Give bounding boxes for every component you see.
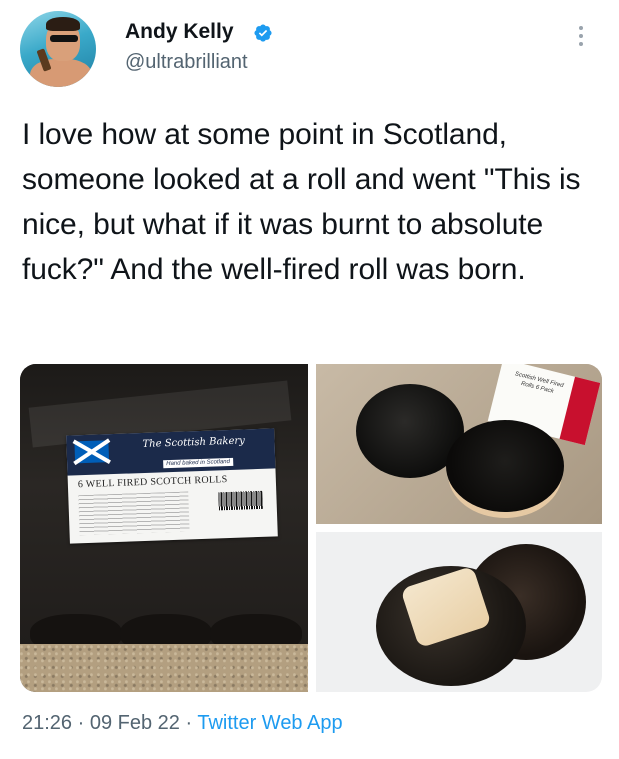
photo-burnt-rolls[interactable]: Scottish Well Fired Rolls 6 Pack (316, 364, 602, 524)
label-product: 6 WELL FIRED SCOTCH ROLLS (77, 474, 228, 491)
author-handle[interactable]: @ultrabrilliant (125, 51, 248, 74)
more-options-icon[interactable] (578, 26, 584, 48)
package-label: The Scottish Bakery Hand baked in Scotla… (66, 428, 278, 544)
worktop (20, 644, 308, 692)
photo-package[interactable]: The Scottish Bakery Hand baked in Scotla… (20, 364, 308, 692)
label-strapline: Hand baked in Scotland (163, 457, 234, 469)
burnt-roll (446, 420, 564, 512)
label-brand: The Scottish Bakery (142, 435, 246, 450)
saltire-flag-icon (74, 440, 110, 464)
avatar-figure-glasses (50, 35, 78, 42)
label-header: The Scottish Bakery Hand baked in Scotla… (66, 428, 276, 476)
avatar-figure-hair (46, 17, 80, 31)
meta-separator: · (72, 712, 90, 734)
label-small-print (78, 491, 190, 536)
sticker-text: Scottish Well Fired Rolls 6 Pack (514, 371, 565, 395)
top-divider (0, 0, 619, 6)
tweet-meta: 21:26 · 09 Feb 22 · Twitter Web App (22, 712, 343, 735)
avatar[interactable] (20, 11, 96, 87)
verified-badge-icon (254, 24, 272, 42)
tweet-date[interactable]: 09 Feb 22 (90, 712, 180, 734)
tweet-text: I love how at some point in Scotland, so… (22, 118, 581, 286)
media-grid: The Scottish Bakery Hand baked in Scotla… (20, 364, 602, 692)
tweet-time[interactable]: 21:26 (22, 712, 72, 734)
source-link[interactable]: Twitter Web App (197, 712, 342, 734)
meta-separator: · (179, 712, 198, 734)
avatar-figure-body (30, 59, 92, 87)
barcode-icon (218, 490, 263, 511)
photo-cut-roll[interactable] (316, 532, 602, 692)
author-name[interactable]: Andy Kelly (125, 20, 234, 44)
